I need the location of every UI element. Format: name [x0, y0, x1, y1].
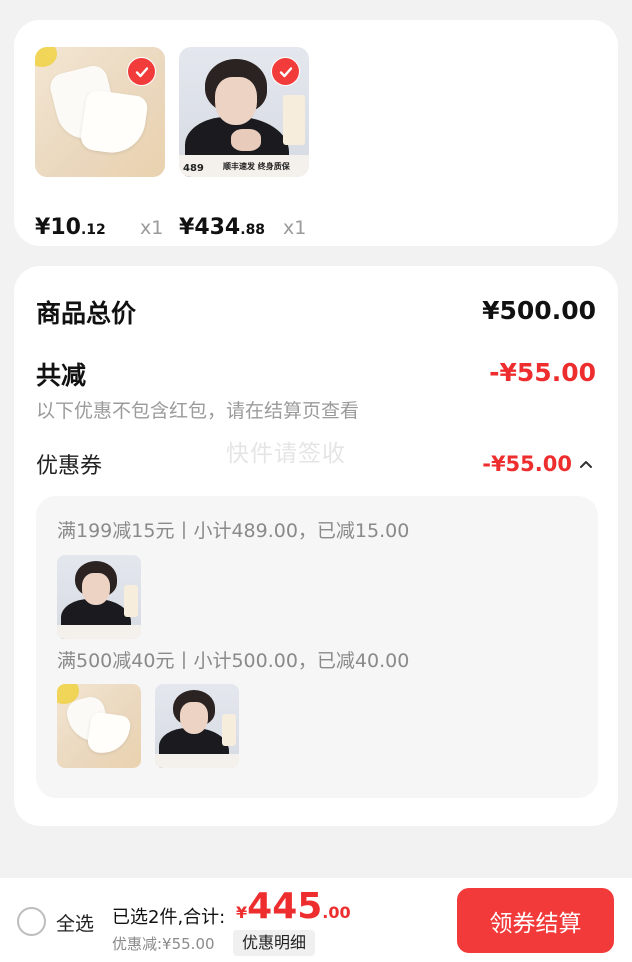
- price-summary-card: 商品总价 ¥500.00 共减 -¥55.00 以下优惠不包含红包，请在结算页查…: [14, 266, 618, 826]
- chevron-up-icon[interactable]: [578, 456, 594, 472]
- checkout-button[interactable]: 领券结算: [457, 888, 614, 953]
- watermark-text: 快件请签收: [226, 441, 346, 467]
- banner-price: 489: [183, 163, 204, 174]
- coupon-value[interactable]: -¥55.00: [482, 452, 572, 476]
- total-price-label: 商品总价: [36, 299, 137, 328]
- coupon-item-thumb-socks[interactable]: [57, 684, 141, 768]
- banner-text: 顺丰速发 终身质保: [223, 162, 290, 171]
- product-image-portrait[interactable]: 489 顺丰速发 终身质保: [179, 47, 309, 177]
- coupon-rule-2: 满500减40元丨小计500.00，已减40.00: [57, 650, 410, 672]
- discount-detail-button[interactable]: 优惠明细: [233, 930, 316, 956]
- coupon-item-thumb-portrait[interactable]: [155, 684, 239, 768]
- discount-note: 以下优惠不包含红包，请在结算页查看: [36, 400, 360, 422]
- product-price: ¥434.88: [179, 215, 266, 240]
- select-all-label[interactable]: 全选: [56, 909, 94, 936]
- selected-products-card: ¥10.12 x1 489 顺丰速发 终身质保 ¥434.88 x1: [14, 20, 618, 246]
- selected-count-text: 已选2件,合计:: [112, 907, 226, 928]
- checkout-bar: 全选 已选2件,合计: ¥445.00 优惠减:¥55.00 优惠明细 领券结算: [0, 878, 632, 962]
- total-price-value: ¥500.00: [482, 296, 596, 325]
- product-price: ¥10.12: [35, 215, 106, 240]
- total-amount: ¥445.00: [236, 886, 351, 927]
- coupon-label[interactable]: 优惠券: [36, 448, 102, 480]
- product-quantity: x1: [140, 217, 164, 239]
- total-reduce-value: -¥55.00: [489, 358, 596, 387]
- total-reduce-label: 共减: [36, 361, 87, 390]
- coupon-item-thumb-portrait[interactable]: [57, 555, 141, 639]
- product-image-socks[interactable]: [35, 47, 165, 177]
- checked-icon[interactable]: [127, 57, 156, 86]
- discount-amount-text: 优惠减:¥55.00: [112, 935, 215, 953]
- product-quantity: x1: [283, 217, 307, 239]
- checked-icon[interactable]: [271, 57, 300, 86]
- coupon-rule-1: 满199减15元丨小计489.00，已减15.00: [57, 520, 410, 542]
- coupon-detail-panel: 满199减15元丨小计489.00，已减15.00 满500减40元丨小计500…: [36, 496, 598, 798]
- select-all-radio[interactable]: [17, 907, 46, 936]
